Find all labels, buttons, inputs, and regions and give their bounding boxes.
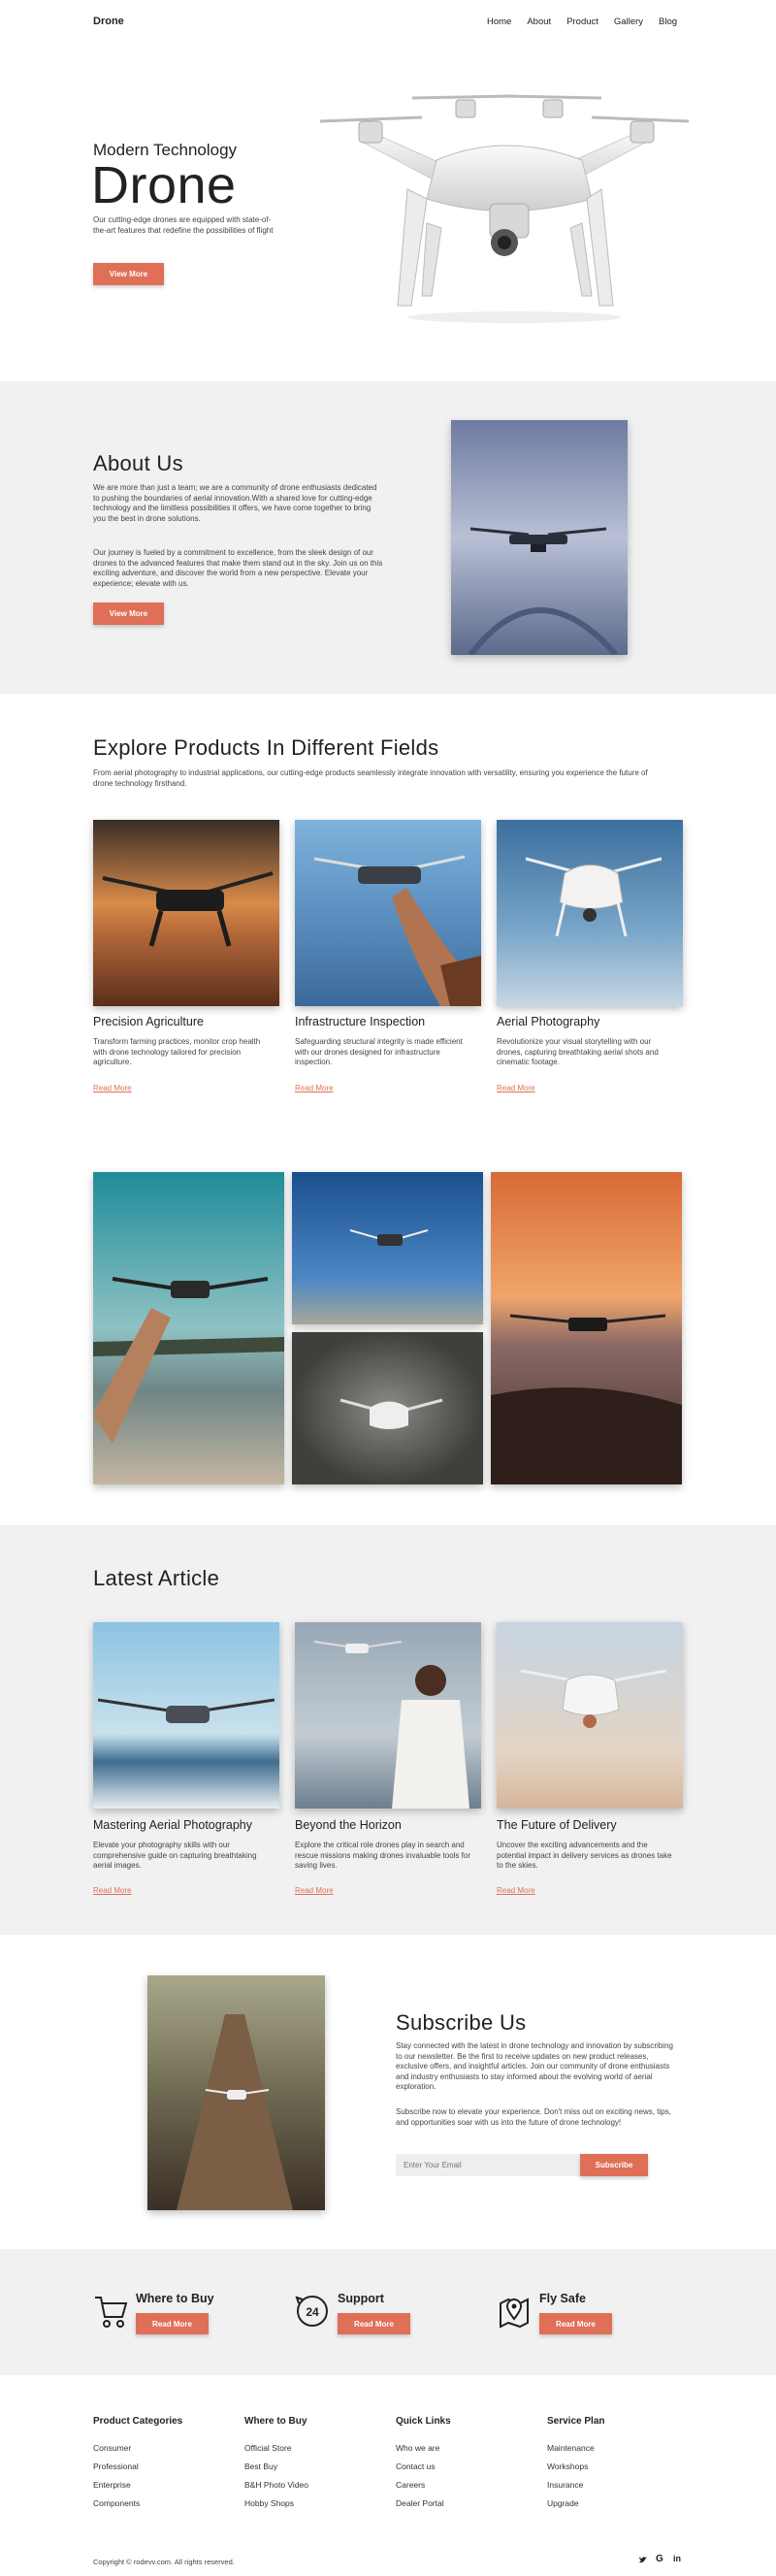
main-nav: Home About Product Gallery Blog	[487, 16, 677, 27]
product-photo-agriculture	[93, 820, 279, 1006]
gallery-photo-blur	[292, 1332, 483, 1484]
product-photo-aerial	[497, 820, 683, 1006]
subscribe-button[interactable]: Subscribe	[580, 2154, 648, 2176]
about-title: About Us	[93, 451, 183, 475]
article-read-more-2[interactable]: Read More	[295, 1886, 334, 1895]
feature-title-buy: Where to Buy	[136, 2292, 214, 2305]
linkedin-icon[interactable]: in	[673, 2554, 681, 2563]
footer-link[interactable]: Professional	[93, 2462, 139, 2471]
hero-description: Our cutting-edge drones are equipped wit…	[93, 215, 274, 235]
footer-link[interactable]: Workshops	[547, 2462, 588, 2471]
copyright: Copyright © rodevv.com. All rights reser…	[93, 2558, 235, 2566]
footer-link[interactable]: Official Store	[244, 2443, 292, 2453]
about-drone-photo	[451, 420, 628, 655]
gallery-photo-sky	[292, 1172, 483, 1324]
nav-gallery[interactable]: Gallery	[614, 16, 643, 27]
footer-link[interactable]: Dealer Portal	[396, 2498, 444, 2508]
footer-heading-service-plan: Service Plan	[547, 2416, 605, 2427]
product-read-more-2[interactable]: Read More	[295, 1084, 334, 1092]
article-title-3: The Future of Delivery	[497, 1818, 617, 1832]
products-intro: From aerial photography to industrial ap…	[93, 768, 648, 788]
feature-title-support: Support	[338, 2292, 384, 2305]
cart-icon	[95, 2297, 128, 2328]
article-photo-2	[295, 1622, 481, 1809]
product-title-2: Infrastructure Inspection	[295, 1015, 426, 1028]
product-read-more-3[interactable]: Read More	[497, 1084, 535, 1092]
product-photo-inspection	[295, 820, 481, 1006]
product-desc-2: Safeguarding structural integrity is mad…	[295, 1037, 463, 1066]
feature-buy-read-more-button[interactable]: Read More	[136, 2313, 209, 2334]
footer-link[interactable]: Upgrade	[547, 2498, 579, 2508]
article-photo-1	[93, 1622, 279, 1809]
nav-home[interactable]: Home	[487, 16, 511, 27]
articles-title: Latest Article	[93, 1566, 220, 1590]
article-title-2: Beyond the Horizon	[295, 1818, 402, 1832]
footer-link[interactable]: Who we are	[396, 2443, 439, 2453]
product-read-more-1[interactable]: Read More	[93, 1084, 132, 1092]
twitter-icon[interactable]	[638, 2555, 648, 2564]
about-paragraph-1: We are more than just a team; we are a c…	[93, 483, 377, 523]
product-desc-3: Revolutionize your visual storytelling w…	[497, 1037, 659, 1066]
map-pin-icon	[500, 2298, 529, 2329]
footer-link[interactable]: Enterprise	[93, 2480, 131, 2490]
products-title: Explore Products In Different Fields	[93, 735, 439, 760]
feature-title-fly-safe: Fly Safe	[539, 2292, 586, 2305]
about-paragraph-2: Our journey is fueled by a commitment to…	[93, 548, 383, 588]
gallery-photo-sunset	[491, 1172, 682, 1484]
subscribe-photo	[147, 1975, 325, 2210]
hero-view-more-button[interactable]: View More	[93, 263, 164, 285]
subscribe-title: Subscribe Us	[396, 2010, 527, 2035]
footer-link[interactable]: Contact us	[396, 2462, 436, 2471]
logo[interactable]: Drone	[93, 16, 124, 27]
footer-link[interactable]: Consumer	[93, 2443, 131, 2453]
footer-heading-quick-links: Quick Links	[396, 2416, 451, 2427]
footer-heading-where-to-buy: Where to Buy	[244, 2416, 307, 2427]
support-24-icon: 24	[295, 2296, 328, 2327]
subscribe-paragraph-2: Subscribe now to elevate your experience…	[396, 2107, 671, 2127]
footer-link[interactable]: Insurance	[547, 2480, 583, 2490]
article-read-more-3[interactable]: Read More	[497, 1886, 535, 1895]
footer-link[interactable]: Maintenance	[547, 2443, 595, 2453]
article-read-more-1[interactable]: Read More	[93, 1886, 132, 1895]
article-title-1: Mastering Aerial Photography	[93, 1818, 252, 1832]
about-view-more-button[interactable]: View More	[93, 603, 164, 625]
article-photo-3	[497, 1622, 683, 1809]
feature-fly-safe-read-more-button[interactable]: Read More	[539, 2313, 612, 2334]
product-title-3: Aerial Photography	[497, 1015, 600, 1028]
footer-link[interactable]: Careers	[396, 2480, 425, 2490]
nav-about[interactable]: About	[527, 16, 551, 27]
svg-text:24: 24	[306, 2305, 319, 2319]
footer-heading-product-categories: Product Categories	[93, 2416, 183, 2427]
about-section	[0, 381, 776, 694]
gallery-photo-lake	[93, 1172, 284, 1484]
article-desc-3: Uncover the exciting advancements and th…	[497, 1841, 672, 1870]
article-desc-2: Explore the critical role drones play in…	[295, 1841, 470, 1870]
hero-drone-image	[319, 94, 689, 323]
hero-title: Drone	[91, 156, 237, 214]
footer-link[interactable]: Best Buy	[244, 2462, 277, 2471]
email-input[interactable]	[396, 2154, 580, 2176]
footer-link[interactable]: Hobby Shops	[244, 2498, 294, 2508]
footer-link[interactable]: Components	[93, 2498, 140, 2508]
product-desc-1: Transform farming practices, monitor cro…	[93, 1037, 261, 1066]
footer-link[interactable]: B&H Photo Video	[244, 2480, 308, 2490]
nav-product[interactable]: Product	[566, 16, 598, 27]
feature-support-read-more-button[interactable]: Read More	[338, 2313, 410, 2334]
google-icon[interactable]: G	[656, 2554, 663, 2564]
subscribe-paragraph-1: Stay connected with the latest in drone …	[396, 2041, 673, 2091]
article-desc-1: Elevate your photography skills with our…	[93, 1841, 257, 1870]
nav-blog[interactable]: Blog	[659, 16, 677, 27]
product-title-1: Precision Agriculture	[93, 1015, 204, 1028]
